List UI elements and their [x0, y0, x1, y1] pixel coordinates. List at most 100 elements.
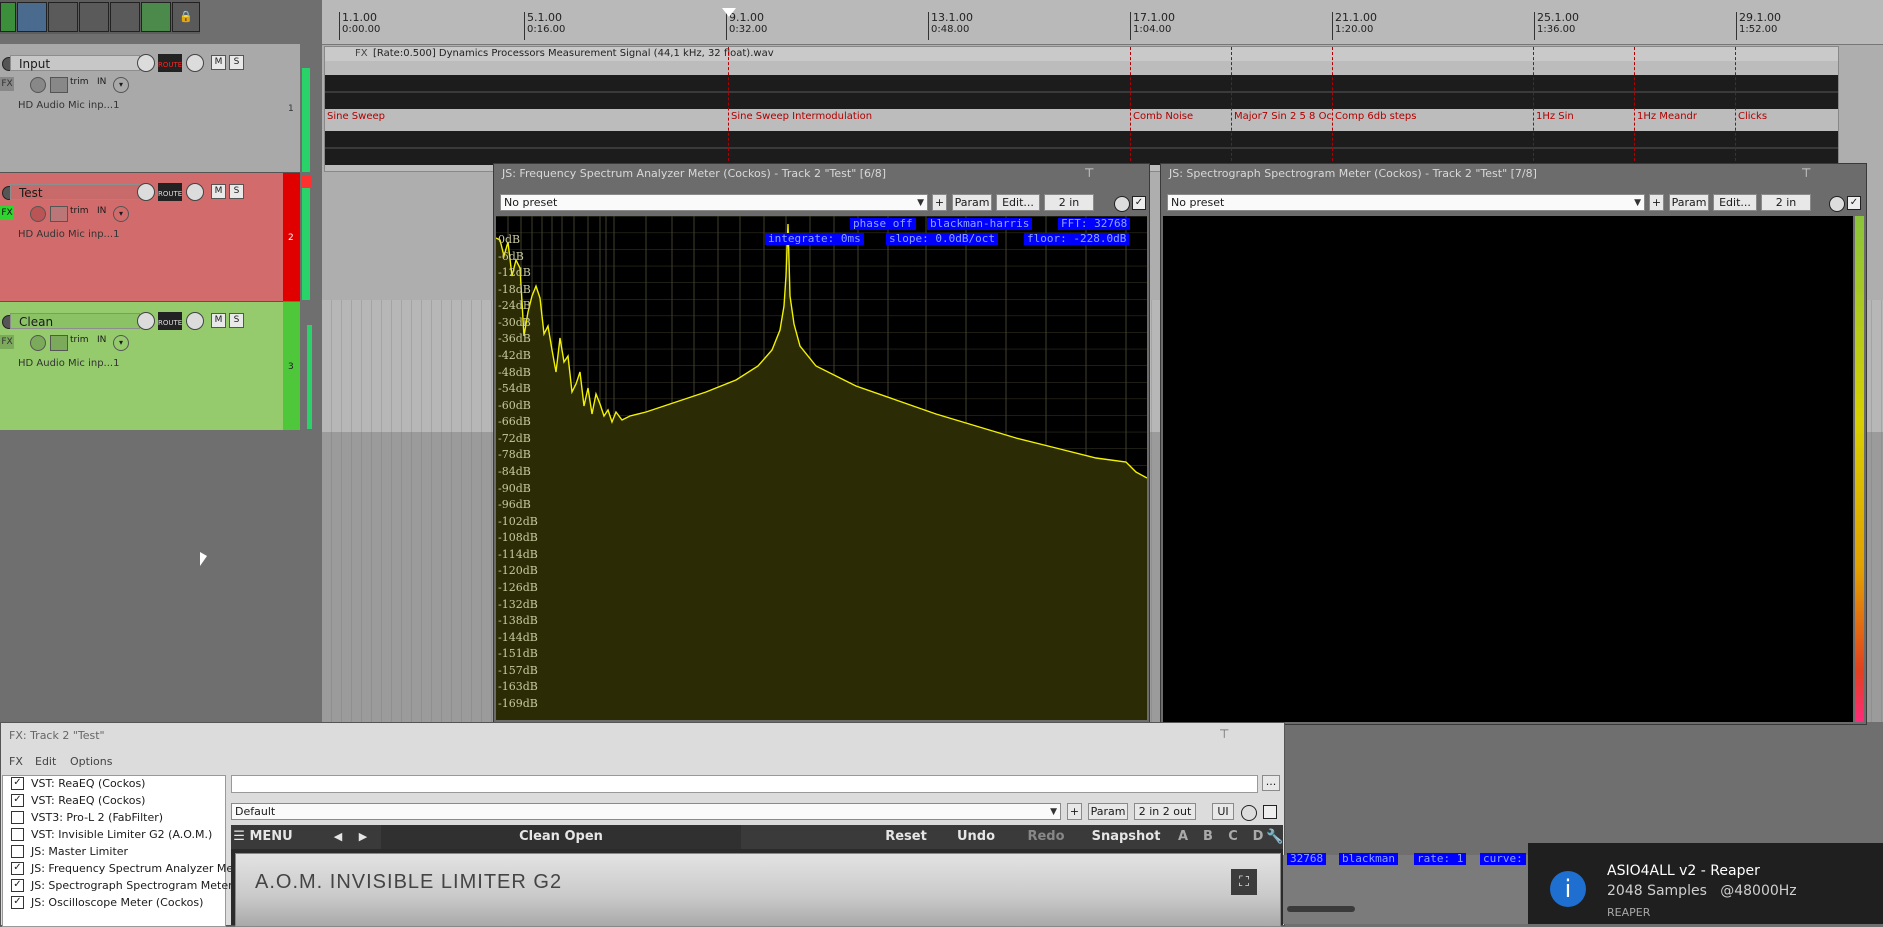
- fx-enable-checkbox[interactable]: ✓: [11, 776, 24, 790]
- undo-button[interactable]: Undo: [941, 825, 1011, 849]
- fx-enable-checkbox[interactable]: ✓: [11, 878, 24, 892]
- fx-button[interactable]: FX: [0, 206, 14, 220]
- fullscreen-icon[interactable]: ⛶: [1231, 869, 1257, 895]
- snapshot-button[interactable]: Snapshot: [1081, 825, 1171, 849]
- fx-search-input[interactable]: [231, 775, 1258, 793]
- volume-knob[interactable]: [137, 312, 155, 330]
- add-preset-button[interactable]: +: [1649, 194, 1664, 211]
- wet-knob[interactable]: [1829, 196, 1845, 212]
- add-preset-button[interactable]: +: [1067, 803, 1082, 820]
- preset-select[interactable]: No preset ▼: [1167, 194, 1645, 211]
- snapshot-a-button[interactable]: A: [1171, 825, 1195, 849]
- browse-button[interactable]: ...: [1262, 775, 1280, 791]
- fx-chain-window[interactable]: FX: Track 2 "Test" ⊤ FX Edit Options ✓ VS…: [0, 722, 1285, 927]
- mute-button[interactable]: M: [211, 55, 226, 70]
- record-arm-button[interactable]: [30, 335, 46, 351]
- item-fx-label[interactable]: FX: [355, 48, 368, 59]
- track-name[interactable]: Clean: [10, 313, 140, 329]
- metronome-icon[interactable]: [110, 2, 140, 32]
- bypass-checkbox[interactable]: [1263, 805, 1277, 819]
- rate-tag[interactable]: rate: 1: [1414, 853, 1467, 865]
- phase-tag[interactable]: phase off: [850, 218, 916, 230]
- pin-icon[interactable]: ⊤: [1801, 166, 1811, 180]
- param-button[interactable]: Param: [952, 194, 992, 211]
- integrate-tag[interactable]: integrate: 0ms: [765, 233, 864, 245]
- chevron-down-icon[interactable]: ▾: [113, 77, 129, 93]
- fx-list-item[interactable]: VST: Invisible Limiter G2 (A.O.M.): [11, 827, 212, 843]
- spectrogram-display[interactable]: [1163, 216, 1853, 722]
- io-button[interactable]: 2 in: [1044, 194, 1094, 211]
- input-monitor[interactable]: IN: [97, 77, 106, 87]
- spectrum-analyzer-window[interactable]: JS: Frequency Spectrum Analyzer Meter (C…: [493, 163, 1150, 723]
- wrench-icon[interactable]: 🔧: [1266, 825, 1283, 849]
- preset-select[interactable]: No preset ▼: [500, 194, 928, 211]
- slope-tag[interactable]: slope: 0.0dB/oct: [886, 233, 998, 245]
- fx-enable-checkbox[interactable]: [11, 810, 24, 824]
- mute-button[interactable]: M: [211, 184, 226, 199]
- toast-notification[interactable]: i ASIO4ALL v2 - Reaper 2048 Samples @480…: [1528, 843, 1883, 924]
- fx-button[interactable]: FX: [0, 77, 14, 91]
- menu-edit[interactable]: Edit: [35, 755, 56, 768]
- media-item[interactable]: FX [Rate:0.500] Dynamics Processors Meas…: [324, 46, 1839, 172]
- fx-list-item[interactable]: VST3: Pro-L 2 (FabFilter): [11, 810, 163, 826]
- floor-tag[interactable]: floor: -228.0dB: [1024, 233, 1130, 245]
- track-name[interactable]: Test: [10, 184, 140, 200]
- solo-button[interactable]: S: [229, 184, 244, 199]
- record-arm-button[interactable]: [30, 77, 46, 93]
- pin-icon[interactable]: ⊤: [1084, 166, 1094, 180]
- route-button[interactable]: ROUTE: [158, 54, 182, 72]
- preset-select[interactable]: Default ▼: [231, 803, 1061, 820]
- route-button[interactable]: ROUTE: [158, 312, 182, 330]
- plugin-menu-button[interactable]: ☰ MENU: [233, 825, 293, 849]
- fx-list-item[interactable]: ✓ JS: Oscilloscope Meter (Cockos): [11, 895, 203, 911]
- mute-button[interactable]: M: [211, 313, 226, 328]
- track-name[interactable]: Input: [10, 55, 140, 71]
- edit-cursor-marker[interactable]: [722, 8, 736, 17]
- solo-button[interactable]: S: [229, 313, 244, 328]
- input-monitor[interactable]: IN: [97, 335, 106, 345]
- param-button[interactable]: Param: [1088, 803, 1128, 820]
- envelope-icon[interactable]: [50, 335, 68, 351]
- io-button[interactable]: 2 in 2 out: [1134, 803, 1196, 820]
- chevron-down-icon[interactable]: ▾: [113, 335, 129, 351]
- ui-button[interactable]: UI: [1212, 803, 1234, 820]
- add-preset-button[interactable]: +: [932, 194, 947, 211]
- fx-list-item[interactable]: JS: Master Limiter: [11, 844, 128, 860]
- route-button[interactable]: ROUTE: [158, 183, 182, 201]
- bypass-checkbox[interactable]: ✓: [1847, 196, 1861, 210]
- trim-label[interactable]: trim: [70, 335, 89, 345]
- bypass-checkbox[interactable]: ✓: [1132, 196, 1146, 210]
- input-select[interactable]: HD Audio Mic inp...1: [18, 100, 119, 111]
- pan-knob[interactable]: [186, 54, 204, 72]
- next-preset-button[interactable]: ▶: [351, 825, 375, 849]
- input-select[interactable]: HD Audio Mic inp...1: [18, 229, 119, 240]
- scrollbar-thumb[interactable]: [1287, 906, 1355, 912]
- volume-knob[interactable]: [137, 183, 155, 201]
- record-arm-button[interactable]: [30, 206, 46, 222]
- solo-button[interactable]: S: [229, 55, 244, 70]
- ripple-edit-icon[interactable]: [48, 2, 78, 32]
- plugin-gui[interactable]: ☰ MENU ◀ ▶ Clean Open Reset Undo Redo Sn…: [231, 825, 1283, 927]
- window-type-tag[interactable]: blackman: [1339, 853, 1398, 865]
- reset-button[interactable]: Reset: [871, 825, 941, 849]
- window-type-tag[interactable]: blackman-harris: [927, 218, 1033, 230]
- fx-button[interactable]: FX: [0, 335, 14, 349]
- spectrum-display[interactable]: 0dB -6dB -12dB -18dB -24dB -30dB -36dB -…: [496, 216, 1147, 720]
- chevron-down-icon[interactable]: ▾: [113, 206, 129, 222]
- fx-list-item[interactable]: ✓ JS: Spectrograph Spectrogram Meter ...: [11, 878, 247, 894]
- param-button[interactable]: Param: [1669, 194, 1709, 211]
- envelope-icon[interactable]: [50, 77, 68, 93]
- fx-list-item[interactable]: ✓ VST: ReaEQ (Cockos): [11, 793, 145, 809]
- io-button[interactable]: 2 in: [1761, 194, 1811, 211]
- redo-button[interactable]: Redo: [1011, 825, 1081, 849]
- volume-knob[interactable]: [137, 54, 155, 72]
- envelope-icon[interactable]: [50, 206, 68, 222]
- menu-fx[interactable]: FX: [9, 755, 23, 768]
- fft-size-tag[interactable]: 32768: [1287, 853, 1327, 865]
- fx-list-item[interactable]: ✓ VST: ReaEQ (Cockos): [11, 776, 145, 792]
- track-panel[interactable]: Clean ROUTE M S FX trim IN ▾ HD Audio Mi…: [0, 302, 300, 430]
- fx-enable-checkbox[interactable]: [11, 827, 24, 841]
- pan-knob[interactable]: [186, 183, 204, 201]
- wet-knob[interactable]: [1241, 805, 1257, 821]
- lock-icon[interactable]: 🔒: [172, 2, 200, 32]
